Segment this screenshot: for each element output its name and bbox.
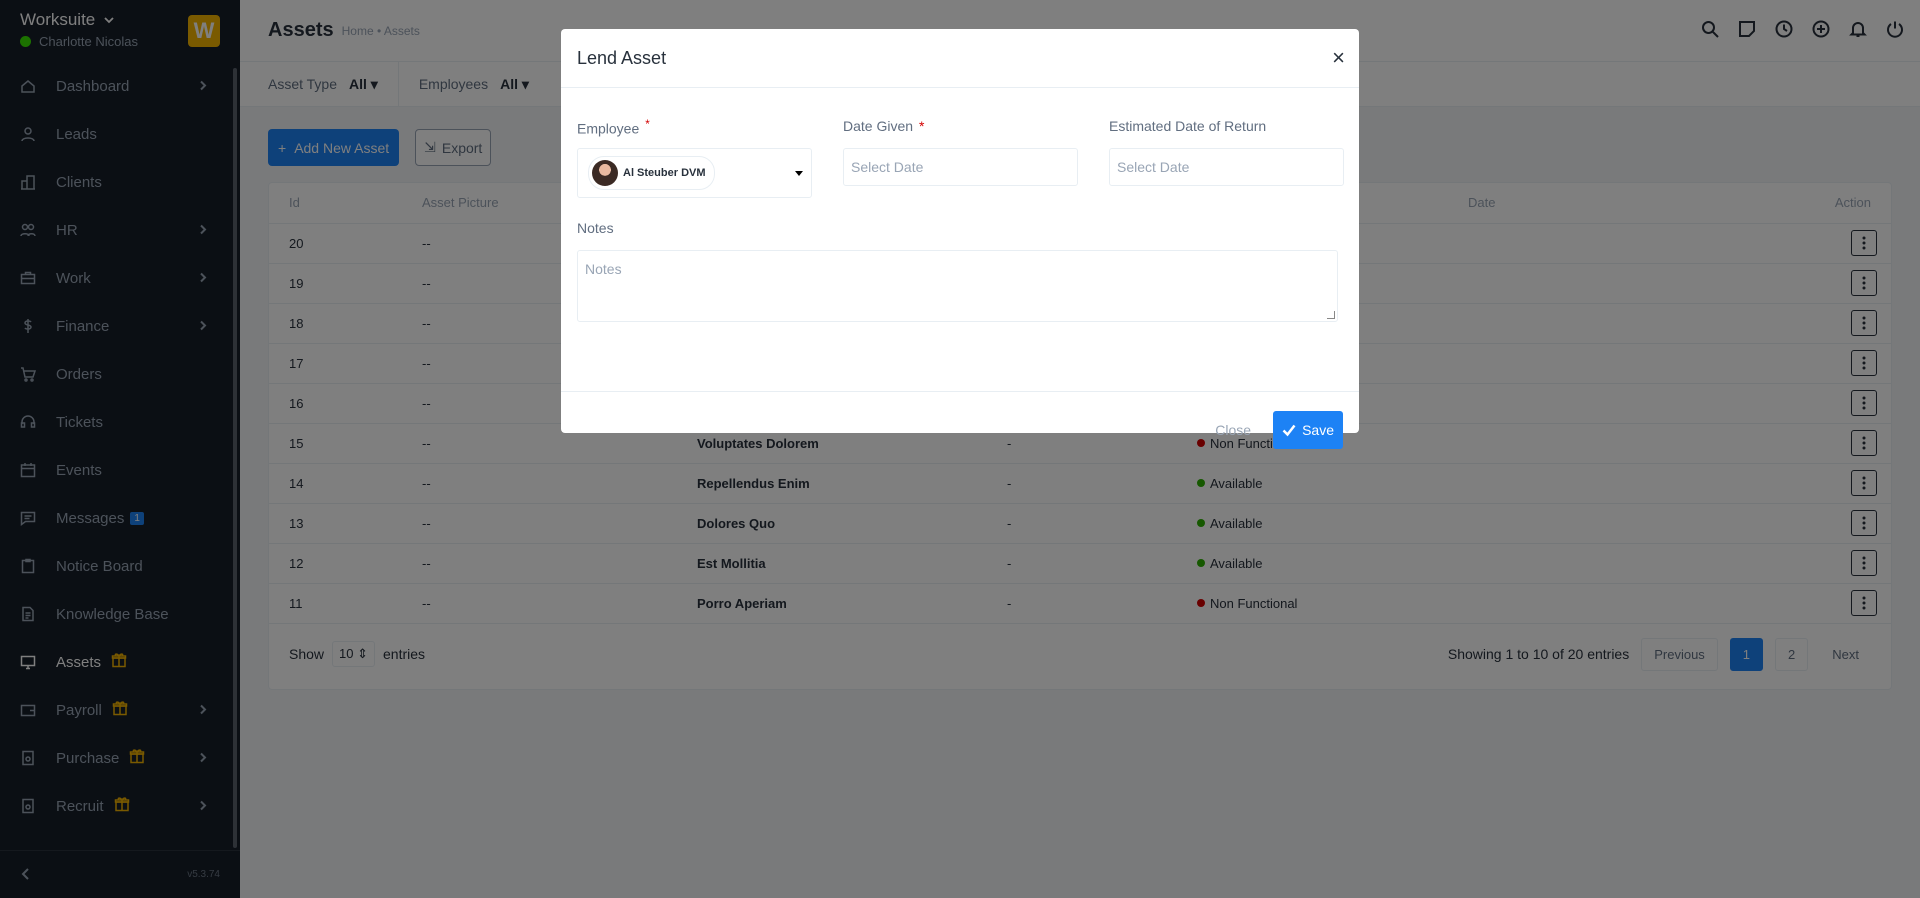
close-icon[interactable]: × — [1332, 47, 1345, 69]
date-given-label: Date Given * — [843, 118, 925, 134]
selected-employee-name: Al Steuber DVM — [623, 167, 706, 179]
employee-select[interactable]: Al Steuber DVM — [577, 148, 812, 198]
caret-down-icon — [795, 171, 803, 176]
date-given-field-group: Date Given * Select Date — [843, 104, 1078, 198]
modal-footer: Close Save — [561, 410, 1359, 450]
modal-title: Lend Asset — [577, 47, 667, 68]
save-button[interactable]: Save — [1273, 411, 1343, 449]
selected-employee-chip: Al Steuber DVM — [588, 156, 715, 190]
return-date-field-group: Estimated Date of Return Select Date — [1109, 104, 1344, 198]
notes-placeholder: Notes — [585, 261, 622, 277]
close-button[interactable]: Close — [1215, 422, 1251, 438]
employee-field-group: Employee * Al Steuber DVM — [577, 104, 812, 198]
avatar — [592, 160, 618, 186]
employee-label: Employee * — [577, 118, 650, 137]
date-given-input[interactable]: Select Date — [843, 148, 1078, 186]
resize-handle[interactable] — [1327, 311, 1335, 319]
required-mark: * — [645, 118, 650, 131]
modal-body: Employee * Al Steuber DVM Date Given * Sel… — [561, 88, 1359, 392]
required-mark: * — [919, 118, 925, 134]
lend-asset-modal: Lend Asset × Employee * Al Steuber DVM Da… — [561, 29, 1359, 449]
modal-header: Lend Asset × — [561, 29, 1359, 88]
return-date-input[interactable]: Select Date — [1109, 148, 1344, 186]
notes-textarea[interactable]: Notes — [577, 250, 1338, 322]
notes-label: Notes — [577, 220, 614, 236]
return-date-label: Estimated Date of Return — [1109, 118, 1267, 134]
check-icon — [1282, 424, 1296, 437]
